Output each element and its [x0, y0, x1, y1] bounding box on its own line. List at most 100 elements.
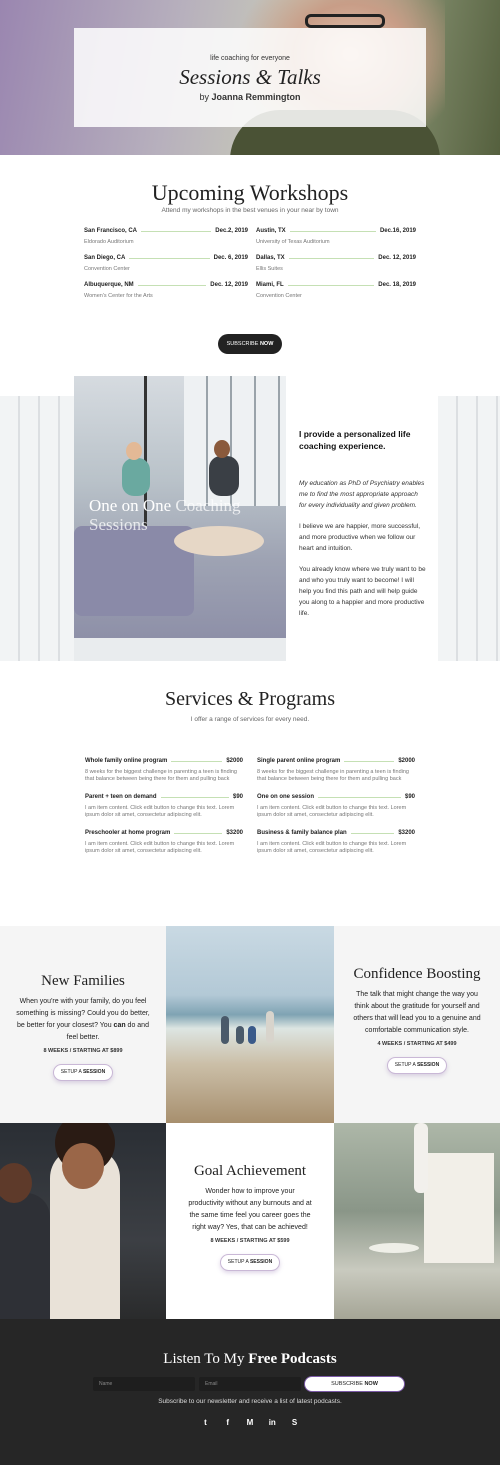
button-label-bold: SESSION	[416, 1062, 440, 1068]
divider-line	[137, 284, 207, 286]
services-title: Services & Programs	[165, 688, 335, 710]
coaching-paragraph: I believe we are happier, more successfu…	[299, 523, 421, 552]
medium-icon[interactable]: M	[245, 1417, 256, 1428]
workshop-date: Dec. 18, 2019	[378, 282, 416, 288]
divider-line	[288, 257, 375, 259]
workshop-venue: Women's Center for the Arts	[84, 293, 153, 299]
workshop-date: Dec. 12, 2019	[210, 282, 248, 288]
card-meta: 4 WEEKS / STARTING AT $499	[377, 1041, 457, 1047]
services-right-column: Single parent online program $2000 8 week…	[257, 758, 415, 866]
service-name: Preschooler at home program	[85, 830, 171, 836]
workshops-right-column: Austin, TX Dec.16, 2019 University of Tex…	[256, 228, 416, 309]
newsletter-note: Subscribe to our newsletter and receive …	[158, 1398, 342, 1405]
workshop-venue: Convention Center	[84, 266, 130, 272]
button-label-bold: NOW	[364, 1381, 378, 1387]
image-person	[209, 456, 239, 496]
workshop-city: San Diego, CA	[84, 255, 126, 261]
new-families-card: New Families When you're with your famil…	[0, 926, 166, 1123]
service-price: $2000	[226, 758, 243, 764]
service-description: I am item content. Click edit button to …	[257, 841, 407, 854]
workshop-item[interactable]: Albuquerque, NM Dec. 12, 2019 Women's Cen…	[84, 282, 248, 309]
service-item[interactable]: Preschooler at home program $3200 I am it…	[85, 830, 243, 866]
services-subtitle: I offer a range of services for every ne…	[190, 716, 310, 723]
divider-line	[344, 760, 395, 762]
service-description: I am item content. Click edit button to …	[257, 805, 407, 818]
service-price: $3200	[398, 830, 415, 836]
glasses-shape	[305, 14, 385, 28]
setup-session-button[interactable]: SETUP A SESSION	[220, 1254, 280, 1271]
card-text-bold: can	[113, 1022, 126, 1029]
divider-line	[289, 230, 376, 232]
hero-card: life coaching for everyone Sessions & Ta…	[74, 28, 426, 127]
service-item[interactable]: One on one session $90 I am item content.…	[257, 794, 415, 830]
button-label-bold: NOW	[259, 341, 274, 347]
twitter-icon[interactable]: t	[200, 1417, 211, 1428]
caption-line: Sessions	[89, 515, 148, 534]
workshop-venue: Convention Center	[256, 293, 302, 299]
button-label: SUBSCRIBE	[226, 341, 260, 347]
card-text: The talk that might change the way you t…	[353, 991, 481, 1034]
image-head	[126, 442, 142, 460]
image-head	[214, 440, 230, 458]
workshop-item[interactable]: Austin, TX Dec.16, 2019 University of Tex…	[256, 228, 416, 255]
upside-down-kitchen-image	[334, 1123, 500, 1319]
divider-line	[174, 832, 223, 834]
service-description: 8 weeks for the biggest challenge in par…	[85, 769, 237, 782]
coaching-paragraph: You already know where we truly want to …	[299, 566, 426, 617]
coaching-image: One on One Coaching Sessions	[74, 376, 286, 638]
workshops-subtitle: Attend my workshops in the best venues i…	[161, 207, 339, 214]
card-text: When you're with your family, do you fee…	[0, 990, 166, 1044]
workshop-item[interactable]: Miami, FL Dec. 18, 2019 Convention Center	[256, 282, 416, 309]
service-item[interactable]: Business & family balance plan $3200 I am…	[257, 830, 415, 866]
subscribe-now-button[interactable]: SUBSCRIBE NOW	[304, 1376, 405, 1392]
service-item[interactable]: Parent + teen on demand $90 I am item con…	[85, 794, 243, 830]
social-links: t f M in S	[200, 1417, 300, 1428]
divider-line	[287, 284, 375, 286]
workshops-left-column: San Francisco, CA Dec.2, 2019 Eldorado Au…	[84, 228, 248, 309]
workshop-city: Dallas, TX	[256, 255, 285, 261]
services-left-column: Whole family online program $2000 8 weeks…	[85, 758, 243, 866]
service-item[interactable]: Single parent online program $2000 8 week…	[257, 758, 415, 794]
author-name: Joanna Remmington	[211, 92, 301, 102]
service-name: One on one session	[257, 794, 315, 800]
workshops-title: Upcoming Workshops	[151, 180, 349, 205]
image-figure	[221, 1016, 229, 1044]
button-label: SETUP A	[394, 1062, 417, 1068]
divider-line	[318, 796, 401, 798]
setup-session-button[interactable]: SETUP A SESSION	[387, 1057, 447, 1074]
service-name: Single parent online program	[257, 758, 341, 764]
image-person	[122, 458, 150, 496]
subscribe-now-button[interactable]: SUBSCRIBE NOW	[218, 334, 282, 354]
workshop-item[interactable]: San Diego, CA Dec. 6, 2019 Convention Cen…	[84, 255, 248, 282]
service-item[interactable]: Whole family online program $2000 8 weeks…	[85, 758, 243, 794]
workshop-city: Miami, FL	[256, 282, 284, 288]
divider-line	[160, 796, 229, 798]
button-label-bold: SESSION	[82, 1069, 106, 1075]
workshop-item[interactable]: San Francisco, CA Dec.2, 2019 Eldorado Au…	[84, 228, 248, 255]
email-input[interactable]: Email	[199, 1377, 301, 1391]
confidence-boosting-card: Confidence Boosting The talk that might …	[334, 926, 500, 1123]
title-part: Listen To My	[163, 1351, 249, 1367]
service-price: $90	[232, 794, 243, 800]
image-face	[62, 1143, 104, 1189]
hero-byline: by Joanna Remmington	[74, 92, 426, 102]
coaching-text-card: I provide a personalized life coaching e…	[286, 396, 438, 661]
image-figure	[266, 1011, 274, 1043]
card-title: New Families	[41, 973, 125, 989]
beach-family-image	[166, 926, 334, 1123]
workshop-city: Albuquerque, NM	[84, 282, 134, 288]
goal-achievement-card: Goal Achievement Wonder how to improve y…	[166, 1123, 334, 1319]
facebook-icon[interactable]: f	[222, 1417, 233, 1428]
name-input[interactable]: Name	[93, 1377, 195, 1391]
workshop-item[interactable]: Dallas, TX Dec. 12, 2019 Ellis Suites	[256, 255, 416, 282]
image-figure	[0, 1193, 50, 1319]
linkedin-icon[interactable]: in	[267, 1417, 278, 1428]
image-figure	[414, 1123, 428, 1193]
divider-line	[129, 257, 210, 259]
card-title: Goal Achievement	[193, 1163, 307, 1179]
image-cabinet	[424, 1153, 494, 1263]
setup-session-button[interactable]: SETUP A SESSION	[53, 1064, 113, 1081]
workshop-city: Austin, TX	[256, 228, 286, 234]
podcast-footer: Listen To My Free Podcasts Name Email SU…	[0, 1319, 500, 1465]
skype-icon[interactable]: S	[289, 1417, 300, 1428]
